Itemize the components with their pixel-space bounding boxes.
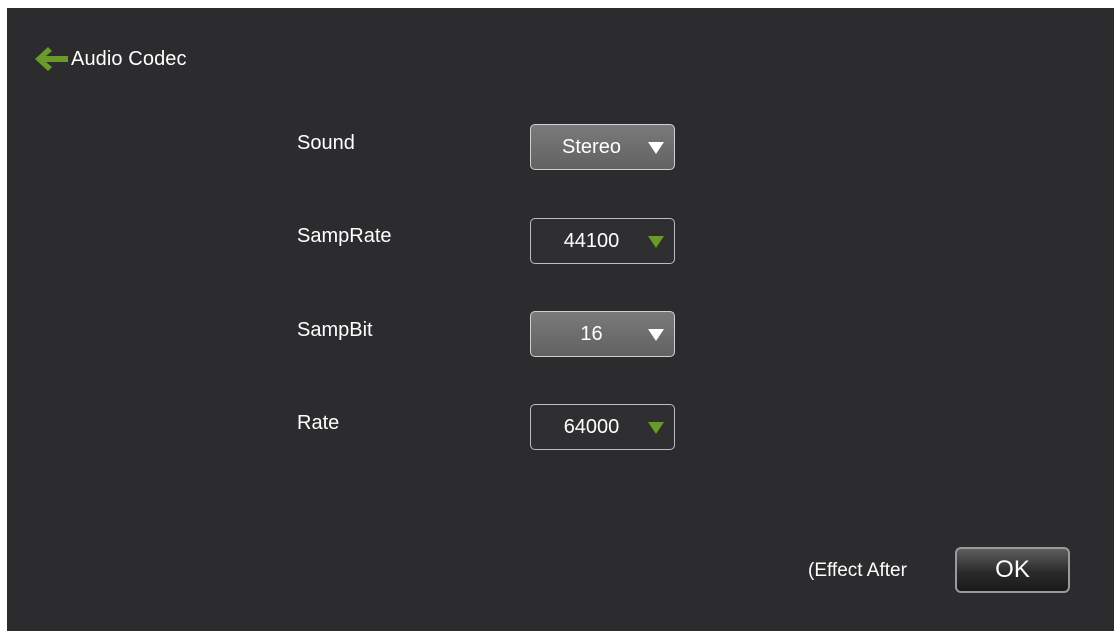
sampbit-dropdown[interactable]: 16 <box>530 311 675 357</box>
audio-codec-screen: Audio Codec Sound Stereo SampRate 44100 … <box>7 8 1114 631</box>
chevron-down-icon <box>648 142 664 154</box>
rate-label: Rate <box>297 412 340 434</box>
chevron-down-icon <box>648 236 664 248</box>
back-navigation[interactable]: Audio Codec <box>35 45 187 73</box>
samprate-dropdown[interactable]: 44100 <box>530 218 675 264</box>
samprate-label: SampRate <box>297 225 392 247</box>
page-title: Audio Codec <box>71 47 187 70</box>
sampbit-label: SampBit <box>297 319 373 341</box>
arrow-left-icon[interactable] <box>35 45 71 73</box>
effect-notice: (Effect After <box>808 560 907 581</box>
sound-label: Sound <box>297 132 355 154</box>
rate-dropdown[interactable]: 64000 <box>530 404 675 450</box>
ok-button[interactable]: OK <box>955 547 1070 593</box>
chevron-down-icon <box>648 329 664 341</box>
sound-dropdown[interactable]: Stereo <box>530 124 675 170</box>
chevron-down-icon <box>648 422 664 434</box>
